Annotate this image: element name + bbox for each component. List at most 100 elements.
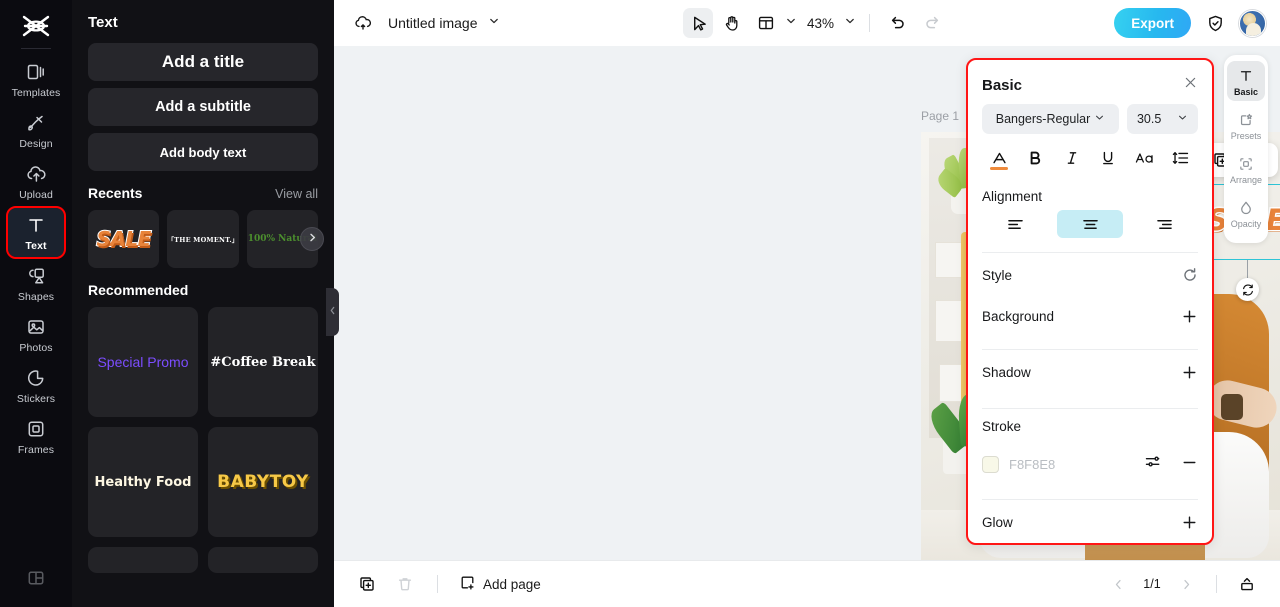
stroke-hex-value[interactable]: F8F8E8 — [1009, 457, 1134, 472]
align-center-icon[interactable] — [1056, 210, 1124, 238]
sidebar-item-stickers[interactable]: Stickers — [8, 361, 64, 410]
left-icon-rail: Templates Design Upload Text Shapes Phot… — [0, 0, 72, 607]
bottombar-right: 1/1 — [1103, 569, 1262, 599]
line-spacing-icon[interactable] — [1167, 145, 1195, 171]
recommended-grid: Special Promo #Coffee Break Healthy Food… — [88, 307, 318, 573]
font-controls-row: Bangers-Regular 30.5 — [982, 104, 1198, 134]
plus-icon[interactable] — [1181, 364, 1198, 381]
next-page-button[interactable] — [1171, 569, 1201, 599]
page-indicator: 1/1 — [1143, 577, 1161, 591]
glow-row: Glow — [982, 500, 1198, 544]
add-subtitle-button[interactable]: Add a subtitle — [88, 88, 318, 126]
list-item[interactable]: SALE — [88, 210, 160, 268]
cloud-upload-icon[interactable] — [348, 8, 378, 38]
font-size-select[interactable]: 30.5 — [1126, 104, 1198, 134]
recents-next-button[interactable] — [300, 227, 324, 251]
reset-circular-arrow-icon[interactable] — [1182, 267, 1198, 283]
font-family-value: Bangers-Regular — [995, 112, 1091, 126]
list-item[interactable] — [88, 547, 198, 573]
tab-opacity[interactable]: Opacity — [1227, 193, 1265, 233]
design-icon — [26, 112, 46, 134]
sidebar-item-text[interactable]: Text — [6, 206, 66, 259]
prev-page-button[interactable] — [1103, 569, 1133, 599]
bold-icon[interactable] — [1021, 145, 1049, 171]
list-item[interactable]: #Coffee Break — [208, 307, 318, 417]
list-item[interactable]: 「THE MOMENT.」 — [167, 210, 239, 268]
list-item[interactable]: Special Promo — [88, 307, 198, 417]
add-body-text-button[interactable]: Add body text — [88, 133, 318, 171]
bottombar-divider — [437, 575, 438, 593]
font-color-icon[interactable] — [985, 145, 1013, 171]
panel-title: Text — [88, 14, 118, 31]
stroke-color-swatch[interactable] — [982, 455, 999, 473]
plus-icon[interactable] — [1181, 308, 1198, 325]
sidebar-item-shapes[interactable]: Shapes — [8, 259, 64, 308]
rail-divider — [21, 48, 51, 49]
sidebar-item-design[interactable]: Design — [8, 106, 64, 155]
redo-arrow-icon[interactable] — [917, 8, 947, 38]
recents-view-all-link[interactable]: View all — [275, 187, 318, 201]
stroke-actions — [1144, 453, 1198, 475]
chevron-down-icon[interactable] — [844, 14, 856, 32]
list-item[interactable]: Healthy Food — [88, 427, 198, 537]
shadow-row: Shadow — [982, 350, 1198, 394]
sidebar-item-frames[interactable]: Frames — [8, 412, 64, 461]
background-label: Background — [982, 308, 1055, 324]
add-title-button[interactable]: Add a title — [88, 43, 318, 81]
tab-label: Opacity — [1230, 219, 1262, 229]
sidebar-item-upload[interactable]: Upload — [8, 157, 64, 206]
export-button[interactable]: Export — [1114, 8, 1191, 38]
minus-icon[interactable] — [1181, 454, 1198, 475]
select-cursor-icon[interactable] — [683, 8, 713, 38]
font-size-value: 30.5 — [1136, 112, 1162, 126]
add-page-button[interactable]: Add page — [459, 574, 541, 594]
chevron-right-icon — [307, 230, 318, 248]
tab-presets[interactable]: Presets — [1227, 105, 1265, 145]
shield-check-icon[interactable] — [1200, 8, 1230, 38]
tab-basic[interactable]: Basic — [1227, 61, 1265, 101]
list-item[interactable] — [208, 547, 318, 573]
properties-title: Basic — [982, 76, 1023, 94]
chevron-down-icon[interactable] — [488, 14, 500, 32]
undo-arrow-icon[interactable] — [883, 8, 913, 38]
topbar-right: Export — [1114, 8, 1266, 38]
avatar[interactable] — [1239, 9, 1266, 37]
recommended-item-label: BABYTOY — [217, 472, 309, 492]
rotate-handle-icon[interactable] — [1236, 278, 1259, 301]
font-family-select[interactable]: Bangers-Regular — [982, 104, 1119, 134]
align-left-icon[interactable] — [982, 210, 1049, 238]
tab-arrange[interactable]: Arrange — [1227, 149, 1265, 189]
sidebar-item-templates[interactable]: Templates — [8, 55, 64, 104]
recommended-item-label: Special Promo — [97, 354, 189, 370]
chevron-down-icon[interactable] — [785, 14, 797, 32]
list-item[interactable]: BABYTOY — [208, 427, 318, 537]
bottombar-divider-2 — [1216, 575, 1217, 593]
panel-collapse-handle[interactable] — [326, 288, 339, 336]
zoom-level[interactable]: 43% — [807, 16, 834, 31]
text-panel: Text Add a title Add a subtitle Add body… — [72, 0, 334, 607]
stroke-label: Stroke — [982, 418, 1022, 434]
hand-pan-icon[interactable] — [717, 8, 747, 38]
properties-panel: Basic Bangers-Regular 30.5 Alignment Sty… — [966, 58, 1214, 545]
underline-icon[interactable] — [1094, 145, 1122, 171]
duplicate-page-icon[interactable] — [352, 569, 382, 599]
rotate-connector — [1247, 260, 1249, 278]
toolbar-divider — [869, 14, 871, 32]
text-case-icon[interactable] — [1131, 145, 1159, 171]
capcut-logo-icon[interactable] — [16, 8, 56, 44]
page-label: Page 1 — [921, 109, 960, 123]
align-right-icon[interactable] — [1131, 210, 1198, 238]
document-title[interactable]: Untitled image — [388, 15, 478, 31]
expand-panel-icon[interactable] — [1232, 569, 1262, 599]
stroke-value-row: F8F8E8 — [982, 443, 1198, 485]
plus-icon[interactable] — [1181, 514, 1198, 531]
close-x-icon[interactable] — [1183, 75, 1198, 95]
layout-grid-icon[interactable] — [751, 8, 781, 38]
arrange-icon — [1238, 155, 1254, 173]
layout-panels-icon[interactable] — [26, 568, 46, 593]
sidebar-item-photos[interactable]: Photos — [8, 310, 64, 359]
alignment-label: Alignment — [982, 189, 1043, 204]
italic-icon[interactable] — [1058, 145, 1086, 171]
sliders-icon[interactable] — [1144, 453, 1161, 475]
trash-icon[interactable] — [390, 569, 420, 599]
